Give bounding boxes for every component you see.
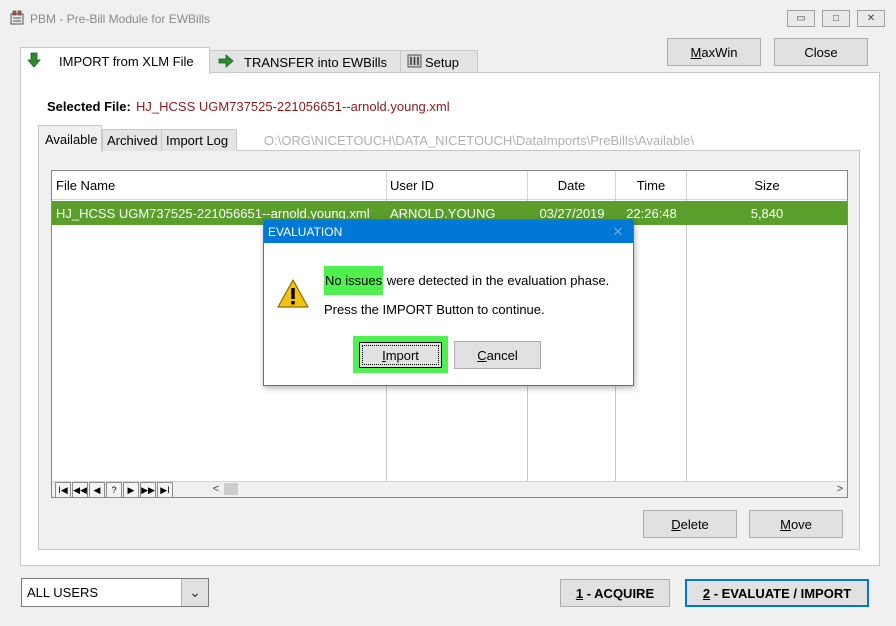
tab-import-log[interactable]: Import Log bbox=[161, 129, 237, 151]
delete-label: elete bbox=[680, 516, 709, 532]
tab-transfer[interactable]: TRANSFER into EWBills bbox=[207, 50, 402, 74]
scroll-right-arrow[interactable]: > bbox=[832, 481, 848, 497]
transfer-arrow-icon bbox=[218, 54, 234, 71]
maxwin-button[interactable]: MaxWin bbox=[667, 38, 761, 66]
tab-import[interactable]: IMPORT from XLM File bbox=[20, 47, 210, 74]
dialog-message: No issues were detected in the evaluatio… bbox=[324, 266, 609, 295]
app-icon bbox=[9, 10, 25, 26]
users-select-value: ALL USERS bbox=[27, 585, 99, 600]
acquire-label: - ACQUIRE bbox=[583, 585, 655, 601]
dialog-message-rest: were detected in the evaluation phase. bbox=[383, 273, 610, 288]
cell-size: 5,840 bbox=[750, 205, 784, 221]
tab-setup[interactable]: Setup bbox=[400, 50, 478, 74]
scroll-left-arrow[interactable]: < bbox=[208, 481, 224, 497]
maxwin-label: axWin bbox=[701, 44, 738, 60]
close-window-button[interactable]: ✕ bbox=[857, 10, 885, 27]
prev-record-button[interactable]: ◀ bbox=[89, 482, 105, 498]
move-mnemonic: M bbox=[780, 516, 791, 532]
prev-page-button[interactable]: ◀◀ bbox=[72, 482, 88, 498]
last-record-button[interactable]: ▶I bbox=[157, 482, 173, 498]
download-arrow-icon bbox=[27, 52, 41, 71]
tab-import-log-label: Import Log bbox=[166, 133, 229, 148]
maxwin-mnemonic: M bbox=[690, 44, 702, 60]
maximize-button[interactable]: □ bbox=[822, 10, 850, 27]
setup-icon bbox=[407, 54, 422, 71]
col-header-file-name[interactable]: File Name bbox=[52, 171, 387, 199]
col-header-date[interactable]: Date bbox=[528, 171, 616, 199]
evaluate-label: - EVALUATE / IMPORT bbox=[710, 585, 852, 601]
selected-file-value: HJ_HCSS UGM737525-221056651--arnold.youn… bbox=[136, 99, 450, 114]
col-divider bbox=[686, 199, 687, 483]
delete-button[interactable]: Delete bbox=[643, 510, 737, 538]
warning-icon bbox=[277, 279, 309, 311]
col-header-user-id[interactable]: User ID bbox=[387, 171, 528, 199]
close-icon: ✕ bbox=[866, 13, 876, 24]
cancel-label: ancel bbox=[486, 347, 518, 363]
acquire-button[interactable]: 1 - ACQUIRE bbox=[560, 579, 670, 607]
delete-mnemonic: D bbox=[671, 516, 681, 532]
dialog-message-2: Press the IMPORT Button to continue. bbox=[324, 302, 545, 317]
minimize-button[interactable]: ▭ bbox=[787, 10, 815, 27]
horizontal-scroll-thumb[interactable] bbox=[224, 483, 238, 495]
import-label: mport bbox=[385, 347, 419, 363]
close-app-label: Close bbox=[804, 44, 838, 60]
evaluation-dialog: EVALUATION ✕ No issues were detected in … bbox=[263, 219, 634, 386]
next-record-button[interactable]: ▶ bbox=[123, 482, 139, 498]
evaluate-import-button[interactable]: 2 - EVALUATE / IMPORT bbox=[685, 579, 869, 607]
users-select[interactable]: ALL USERS ⌄ bbox=[21, 578, 209, 607]
header-divider bbox=[52, 199, 847, 200]
tab-setup-label: Setup bbox=[425, 55, 459, 70]
next-page-button[interactable]: ▶▶ bbox=[140, 482, 156, 498]
help-button[interactable]: ? bbox=[106, 482, 122, 498]
tab-available-label: Available bbox=[45, 131, 98, 147]
col-header-size[interactable]: Size bbox=[687, 171, 847, 199]
cancel-button[interactable]: Cancel bbox=[454, 341, 541, 369]
folder-path: O:\ORG\NICETOUCH\DATA_NICETOUCH\DataImpo… bbox=[264, 133, 695, 148]
dialog-title: EVALUATION bbox=[268, 225, 343, 239]
move-button[interactable]: Move bbox=[749, 510, 843, 538]
move-label: ove bbox=[790, 516, 812, 532]
close-app-button[interactable]: Close bbox=[774, 38, 868, 66]
tab-available[interactable]: Available bbox=[38, 125, 102, 152]
record-navigator: I◀ ◀◀ ◀ ? ▶ ▶▶ ▶I bbox=[55, 482, 173, 498]
chevron-down-icon[interactable]: ⌄ bbox=[181, 579, 208, 606]
tab-import-label: IMPORT from XLM File bbox=[59, 53, 194, 69]
tab-archived-label: Archived bbox=[107, 133, 158, 148]
window-title: PBM - Pre-Bill Module for EWBills bbox=[30, 12, 211, 26]
acquire-mnemonic: 1 bbox=[575, 585, 584, 601]
selected-file-label: Selected File: bbox=[47, 99, 131, 114]
cancel-mnemonic: C bbox=[477, 347, 487, 363]
tab-archived[interactable]: Archived bbox=[102, 129, 162, 151]
col-header-time[interactable]: Time bbox=[616, 171, 687, 199]
dialog-close-icon[interactable]: ✕ bbox=[609, 223, 627, 240]
import-button[interactable]: Import bbox=[359, 342, 442, 368]
evaluate-mnemonic: 2 bbox=[702, 585, 711, 601]
maximize-icon: □ bbox=[832, 13, 840, 24]
tab-transfer-label: TRANSFER into EWBills bbox=[244, 55, 388, 70]
first-record-button[interactable]: I◀ bbox=[55, 482, 71, 498]
minimize-icon: ▭ bbox=[796, 13, 806, 24]
highlighted-text: No issues bbox=[324, 266, 384, 295]
